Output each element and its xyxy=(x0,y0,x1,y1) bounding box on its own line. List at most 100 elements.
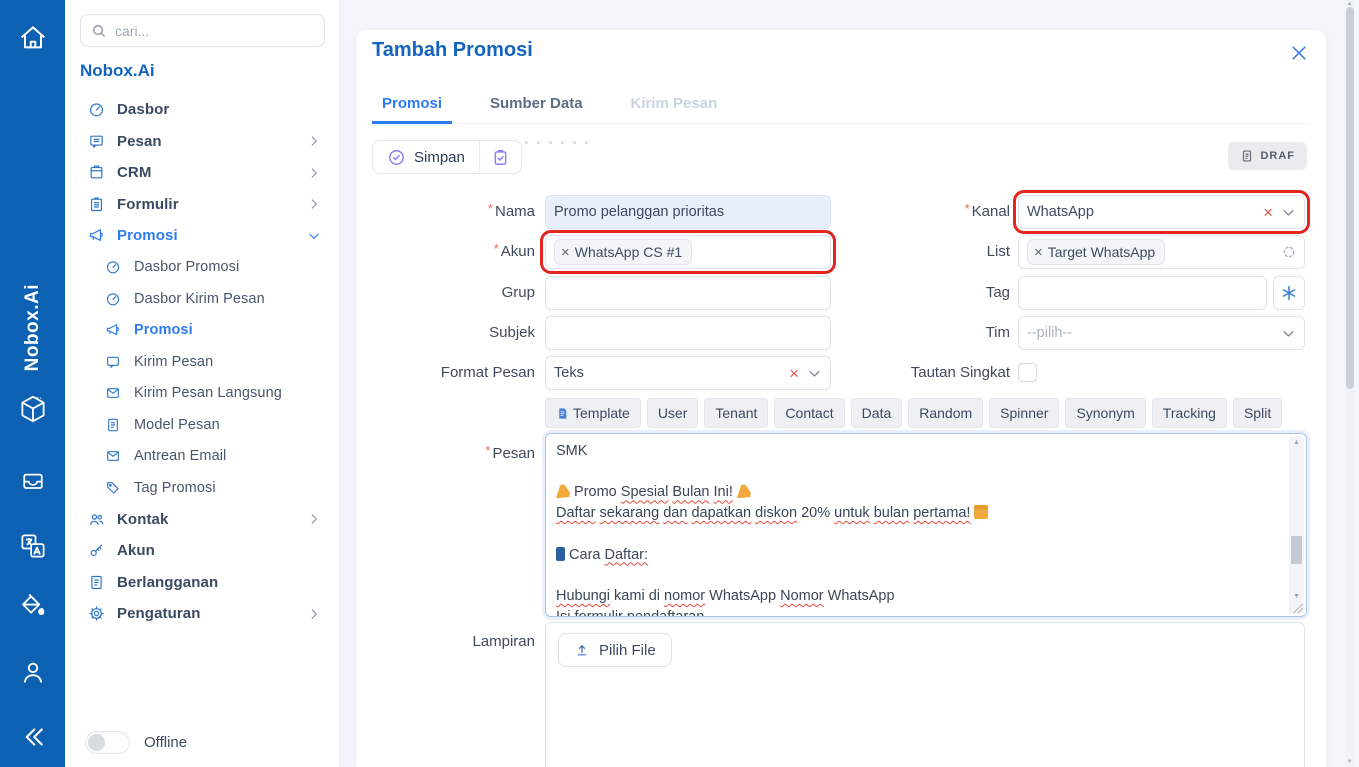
sidebar-item-kontak[interactable]: Kontak xyxy=(65,504,339,536)
chip-remove-icon[interactable]: × xyxy=(561,244,570,261)
page-scroll-thumb[interactable] xyxy=(1346,7,1354,389)
tab-promosi[interactable]: Promosi xyxy=(372,87,452,124)
chevron-right-icon xyxy=(307,134,321,148)
sidebar-item-formulir[interactable]: Formulir xyxy=(65,189,339,221)
pilih-file-button[interactable]: Pilih File xyxy=(558,633,672,667)
sidebar-item-pengaturan[interactable]: Pengaturan xyxy=(65,598,339,630)
chat-icon xyxy=(105,353,123,371)
akun-field[interactable]: ×WhatsApp CS #1 xyxy=(545,235,831,269)
draft-button[interactable]: DRAF xyxy=(1228,142,1307,170)
left-rail: Nobox.Ai xyxy=(0,0,65,767)
save-button[interactable]: Simpan xyxy=(373,141,479,173)
page-scrollbar[interactable]: ▲ ▼ xyxy=(1345,0,1354,767)
nama-field[interactable] xyxy=(545,195,831,229)
token-tenant-button[interactable]: Tenant xyxy=(704,398,768,428)
nama-input[interactable] xyxy=(554,204,822,220)
token-tracking-button[interactable]: Tracking xyxy=(1152,398,1227,428)
label-pesan: *Pesan xyxy=(356,437,535,471)
token-user-button[interactable]: User xyxy=(647,398,699,428)
clipboard-check-icon xyxy=(491,148,510,167)
scroll-up-icon[interactable]: ▲ xyxy=(1289,436,1304,448)
search-icon xyxy=(91,23,107,39)
sidebar-item-antrean-email[interactable]: Antrean Email xyxy=(65,441,339,473)
subjek-field[interactable] xyxy=(545,316,831,350)
scroll-down-icon[interactable]: ▼ xyxy=(1289,590,1304,602)
translate-icon[interactable] xyxy=(0,531,65,561)
label-subjek: Subjek xyxy=(356,316,535,350)
kanal-select[interactable]: WhatsApp × xyxy=(1018,195,1305,229)
tab-kirim-pesan[interactable]: Kirim Pesan xyxy=(621,87,728,124)
token-synonym-button[interactable]: Synonym xyxy=(1065,398,1145,428)
close-icon[interactable] xyxy=(1288,42,1310,64)
token-template-button[interactable]: Template xyxy=(545,398,641,428)
tautan-singkat-checkbox[interactable] xyxy=(1018,363,1037,382)
gift-emoji xyxy=(974,505,988,519)
pesan-scrollbar[interactable]: ▲ ▼ xyxy=(1289,436,1304,614)
subjek-input[interactable] xyxy=(554,325,822,341)
sidebar-item-kirim-pesan-langsung[interactable]: Kirim Pesan Langsung xyxy=(65,378,339,410)
person-icon[interactable] xyxy=(0,657,65,687)
sidebar: Nobox.Ai Dasbor Pesan CRM Formulir xyxy=(65,0,340,767)
resize-handle[interactable] xyxy=(1293,603,1303,613)
pesan-scroll-thumb[interactable] xyxy=(1291,536,1302,564)
token-button-row: Template User Tenant Contact Data Random… xyxy=(545,398,1282,428)
box-logo-icon[interactable] xyxy=(0,392,65,426)
format-pesan-select[interactable]: Teks × xyxy=(545,356,831,390)
tambah-promosi-panel: Tambah Promosi Promosi Sumber Data Kirim… xyxy=(356,30,1326,767)
pesan-textarea[interactable]: SMK Promo Spesial Bulan Ini! Daftar seka… xyxy=(545,433,1307,617)
inbox-icon[interactable] xyxy=(0,467,65,495)
label-list: List xyxy=(810,235,1010,269)
token-split-button[interactable]: Split xyxy=(1233,398,1282,428)
sidebar-item-promosi-sub[interactable]: Promosi xyxy=(65,315,339,347)
check-circle-icon xyxy=(387,148,406,167)
gauge-icon xyxy=(88,101,106,119)
sidebar-item-dasbor[interactable]: Dasbor xyxy=(65,94,339,126)
sidebar-item-pesan[interactable]: Pesan xyxy=(65,126,339,158)
document-icon xyxy=(105,416,123,434)
lampiran-dropzone[interactable]: Pilih File xyxy=(545,622,1305,767)
token-contact-button[interactable]: Contact xyxy=(774,398,844,428)
sidebar-item-dasbor-kirim-pesan[interactable]: Dasbor Kirim Pesan xyxy=(65,283,339,315)
save-template-button[interactable] xyxy=(479,141,521,173)
label-lampiran: Lampiran xyxy=(356,625,535,659)
token-spinner-button[interactable]: Spinner xyxy=(989,398,1059,428)
chip-remove-icon[interactable]: × xyxy=(1034,244,1043,261)
paint-bucket-icon[interactable] xyxy=(0,592,65,622)
sidebar-item-tag-promosi[interactable]: Tag Promosi xyxy=(65,472,339,504)
akun-chip[interactable]: ×WhatsApp CS #1 xyxy=(554,239,692,265)
toggle-knob xyxy=(88,734,105,751)
token-data-button[interactable]: Data xyxy=(851,398,903,428)
sidebar-item-dasbor-promosi[interactable]: Dasbor Promosi xyxy=(65,252,339,284)
scroll-down-icon[interactable]: ▼ xyxy=(1345,759,1354,766)
sidebar-item-crm[interactable]: CRM xyxy=(65,157,339,189)
sidebar-item-model-pesan[interactable]: Model Pesan xyxy=(65,409,339,441)
tab-sumber-data[interactable]: Sumber Data xyxy=(480,87,593,124)
home-icon[interactable] xyxy=(0,22,65,54)
label-tim: Tim xyxy=(810,316,1010,350)
grup-input[interactable] xyxy=(554,285,822,301)
search-box[interactable] xyxy=(80,14,325,47)
list-field[interactable]: ×Target WhatsApp xyxy=(1018,235,1305,269)
tim-select[interactable]: --pilih-- xyxy=(1018,316,1305,350)
tag-field[interactable] xyxy=(1018,276,1267,310)
tag-icon xyxy=(105,479,123,497)
clear-icon[interactable]: × xyxy=(1263,204,1273,221)
list-chip[interactable]: ×Target WhatsApp xyxy=(1027,239,1165,265)
grup-field[interactable] xyxy=(545,276,831,310)
label-tag: Tag xyxy=(810,276,1010,310)
chevron-down-icon[interactable] xyxy=(1281,326,1296,341)
sidebar-item-promosi[interactable]: Promosi xyxy=(65,220,339,252)
search-input[interactable] xyxy=(115,23,314,39)
tag-asterisk-button[interactable] xyxy=(1273,276,1305,310)
tag-input[interactable] xyxy=(1027,285,1258,301)
sidebar-item-akun[interactable]: Akun xyxy=(65,535,339,567)
chevron-down-icon[interactable] xyxy=(1281,205,1296,220)
sidebar-item-berlangganan[interactable]: Berlangganan xyxy=(65,567,339,599)
collapse-icon[interactable] xyxy=(0,722,65,752)
label-format-pesan: Format Pesan xyxy=(356,356,535,390)
sidebar-item-kirim-pesan[interactable]: Kirim Pesan xyxy=(65,346,339,378)
token-random-button[interactable]: Random xyxy=(908,398,983,428)
offline-toggle[interactable] xyxy=(85,731,130,754)
clear-icon[interactable]: × xyxy=(789,365,799,382)
label-kanal: *Kanal xyxy=(810,195,1010,229)
